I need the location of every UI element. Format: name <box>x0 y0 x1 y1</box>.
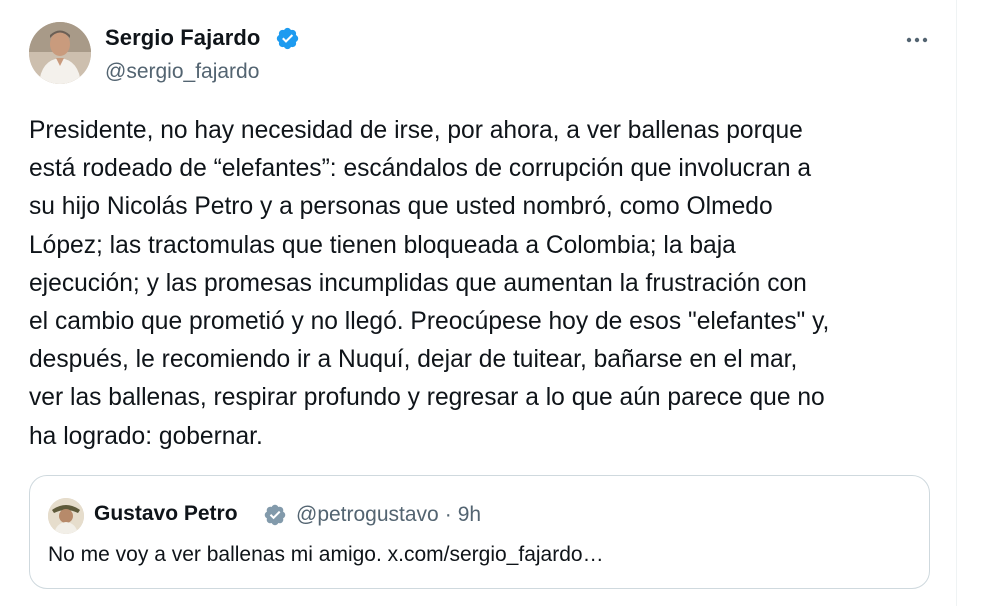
more-horizontal-icon <box>906 37 928 43</box>
quoted-author-name[interactable]: Gustavo Petro <box>94 502 238 526</box>
author-avatar[interactable] <box>29 22 91 84</box>
tweet-text-line: Presidente, no hay necesidad de irse, po… <box>29 117 803 144</box>
author-name[interactable]: Sergio Fajardo <box>105 25 260 51</box>
quoted-timestamp[interactable]: 9h <box>458 503 481 526</box>
quoted-author-handle[interactable]: @petrogustavo <box>296 503 439 526</box>
quoted-tweet-card[interactable]: Gustavo Petro @petrogustavo · 9h No me voy… <box>29 475 930 589</box>
quoted-avatar-photo <box>48 498 84 534</box>
more-options-button[interactable] <box>898 22 936 58</box>
government-verified-badge-icon[interactable] <box>263 503 287 527</box>
tweet-text: Presidente, no hay necesidad de irse, po… <box>29 112 939 456</box>
column-divider <box>956 0 957 606</box>
tweet-text-line: después, le recomiendo ir a Nuquí, dejar… <box>29 346 798 374</box>
tweet-text-line: el cambio que prometió y no llegó. Preoc… <box>29 308 830 336</box>
tweet-text-line: está rodeado de “elefantes”: escándalos … <box>29 155 812 183</box>
quoted-author-avatar[interactable] <box>48 498 84 534</box>
quoted-tweet-text: No me voy a ver ballenas mi amigo. x.com… <box>48 543 604 566</box>
meta-separator: · <box>444 503 452 526</box>
quoted-author-meta: @petrogustavo · 9h <box>296 503 481 527</box>
avatar-photo <box>29 22 91 84</box>
verified-badge-icon[interactable] <box>275 26 300 51</box>
tweet-text-line: López; las tractomulas que tienen bloque… <box>29 231 736 259</box>
tweet-text-line: ejecución; y las promesas incumplidas qu… <box>29 269 807 297</box>
author-handle[interactable]: @sergio_fajardo <box>105 60 259 84</box>
tweet-text-line: ver las ballenas, respirar profundo y re… <box>29 384 825 412</box>
tweet-text-line: su hijo Nicolás Petro y a personas que u… <box>29 193 773 221</box>
tweet-text-line: ha logrado: gobernar. <box>29 422 263 450</box>
